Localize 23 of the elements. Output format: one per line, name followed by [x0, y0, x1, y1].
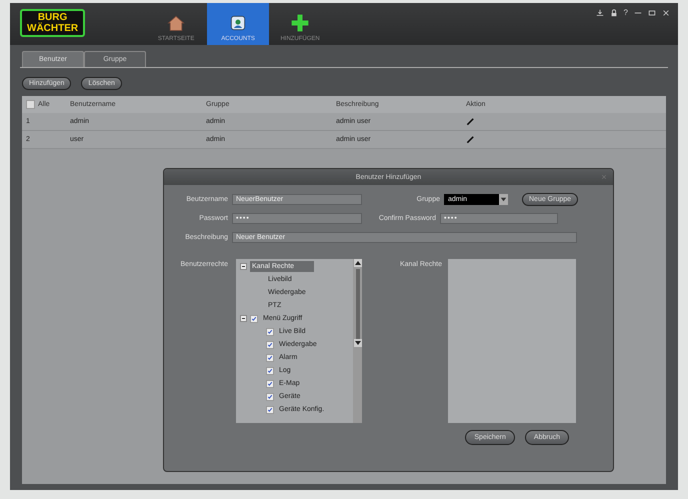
- help-button[interactable]: ?: [624, 9, 628, 17]
- checkbox[interactable]: [266, 366, 274, 374]
- house-icon: [166, 13, 186, 33]
- checkbox[interactable]: [266, 340, 274, 348]
- scroll-up-icon[interactable]: [354, 259, 362, 267]
- checkbox[interactable]: [266, 392, 274, 400]
- brand-logo: BURG WÄCHTER: [20, 9, 86, 37]
- collapse-toggle[interactable]: [240, 263, 247, 270]
- scrollbar[interactable]: [353, 259, 362, 423]
- checkbox[interactable]: [266, 380, 274, 388]
- collapse-toggle[interactable]: [240, 315, 247, 322]
- caret-icon: [499, 194, 508, 204]
- checkbox[interactable]: [266, 406, 274, 414]
- lock-icon[interactable]: [610, 9, 618, 17]
- maximize-icon[interactable]: [648, 9, 656, 17]
- plus-icon: [290, 13, 310, 33]
- download-icon[interactable]: [596, 9, 604, 17]
- close-icon[interactable]: [662, 9, 670, 17]
- checkbox[interactable]: [266, 328, 274, 336]
- checkbox[interactable]: [250, 314, 258, 322]
- checkbox[interactable]: [266, 354, 274, 362]
- checkbox[interactable]: [26, 100, 35, 109]
- scroll-down-icon[interactable]: [354, 339, 362, 347]
